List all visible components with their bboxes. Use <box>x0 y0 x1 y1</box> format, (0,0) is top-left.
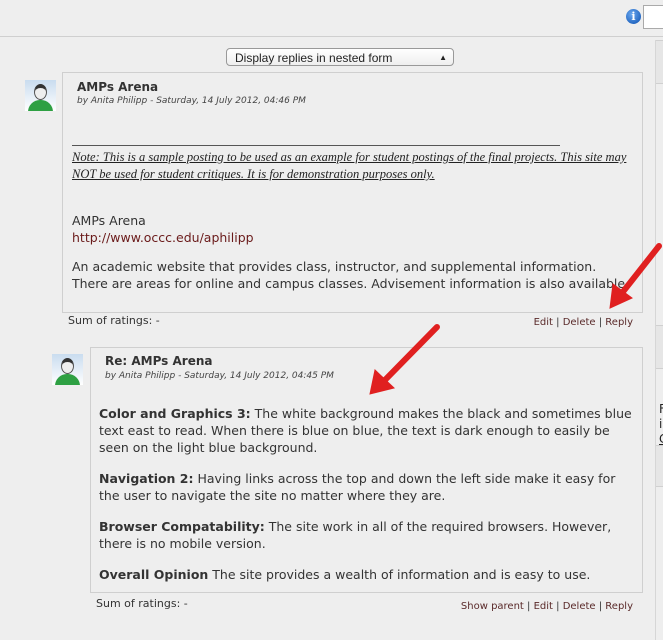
red-arrow-icon <box>609 243 662 309</box>
annotation-arrows <box>369 243 662 395</box>
red-arrow-icon <box>369 324 440 395</box>
